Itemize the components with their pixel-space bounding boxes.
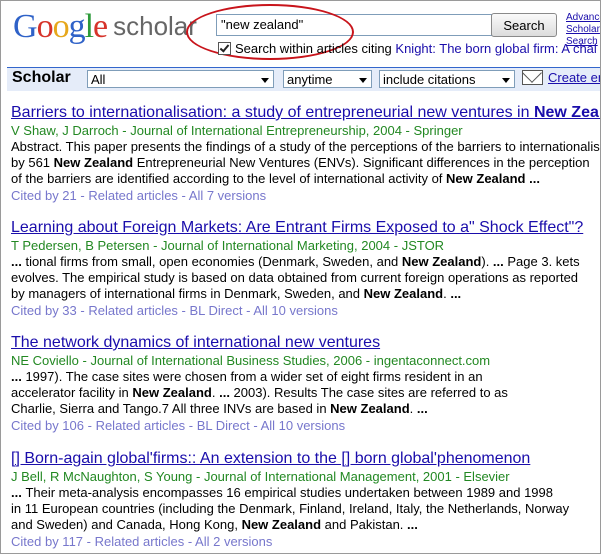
all-versions-link[interactable]: All 10 versions	[261, 418, 346, 433]
cited-by-link[interactable]: Cited by 117	[11, 534, 83, 549]
cited-by-link[interactable]: Cited by 33	[11, 303, 77, 318]
result-links: Cited by 21 - Related articles - All 7 v…	[11, 188, 267, 203]
result-snippet-line: evolves. The empirical study is based on…	[11, 270, 579, 285]
result-links: Cited by 33 - Related articles - BL Dire…	[11, 303, 338, 318]
result-snippet-line: in 11 European countries (including the …	[11, 501, 570, 516]
result-authors: V Shaw, J Darroch - Journal of Internati…	[11, 123, 463, 138]
result-title-link[interactable]: Learning about Foreign Markets: Are Entr…	[11, 218, 600, 238]
logo-google: Google	[13, 8, 108, 45]
bl-direct-link[interactable]: BL Direct	[190, 303, 243, 318]
result-snippet-line: ... Their meta-analysis encompasses 16 e…	[11, 485, 553, 500]
all-versions-link[interactable]: All 10 versions	[253, 303, 338, 318]
result-snippet-line: accelerator facility in New Zealand. ...…	[11, 385, 508, 400]
cited-by-link[interactable]: Cited by 21	[11, 188, 77, 203]
result-item: The network dynamics of international ne…	[11, 333, 600, 434]
email-icon[interactable]	[522, 70, 543, 85]
search-button[interactable]: Search	[491, 13, 557, 37]
filter-all-select[interactable]: All	[87, 70, 274, 88]
create-alert-link[interactable]: Create email alert	[548, 70, 600, 85]
all-versions-link[interactable]: All 7 versions	[189, 188, 266, 203]
scholar-results-page: Googlescholar Search Advanced Scholar Se…	[0, 0, 601, 554]
result-snippet-line: and Sweden) and Canada, Hong Kong, New Z…	[11, 517, 418, 532]
result-snippet-line: Abstract. This paper presents the findin…	[11, 139, 601, 154]
chevron-down-icon	[359, 78, 367, 83]
filter-citations-select[interactable]: include citations	[379, 70, 515, 88]
result-snippet-line: by 561 New Zealand Entrepreneurial New V…	[11, 155, 590, 170]
related-articles-link[interactable]: Related articles	[96, 418, 186, 433]
result-authors: J Bell, R McNaughton, S Young - Journal …	[11, 469, 510, 484]
result-links: Cited by 117 - Related articles - All 2 …	[11, 534, 273, 549]
filter-all-value: All	[91, 72, 106, 87]
filter-time-value: anytime	[287, 72, 333, 87]
result-snippet-line: ... tional firms from small, open econom…	[11, 254, 580, 269]
result-snippet-line: by managers of international firms in De…	[11, 286, 462, 301]
search-within-label: Search within articles citing	[235, 41, 396, 56]
result-snippet-line: Charlie, Sierra and Tango.7 All three IN…	[11, 401, 428, 416]
related-articles-link[interactable]: Related articles	[88, 303, 178, 318]
result-authors: NE Coviello - Journal of International B…	[11, 353, 491, 368]
result-title-link[interactable]: Barriers to internationalisation: a stud…	[11, 103, 600, 123]
result-title-link[interactable]: [] Born-again global'firms:: An extensio…	[11, 449, 600, 469]
result-snippet-line: ... 1997). The case sites were chosen fr…	[11, 369, 483, 384]
all-versions-link[interactable]: All 2 versions	[195, 534, 272, 549]
result-item: Learning about Foreign Markets: Are Entr…	[11, 218, 600, 319]
result-links: Cited by 106 - Related articles - BL Dir…	[11, 418, 346, 433]
logo-scholar: scholar	[113, 11, 197, 41]
result-snippet-line: of the barriers are identified according…	[11, 171, 540, 186]
bl-direct-link[interactable]: BL Direct	[197, 418, 250, 433]
result-authors: T Pedersen, B Petersen - Journal of Inte…	[11, 238, 445, 253]
result-item: Barriers to internationalisation: a stud…	[11, 103, 601, 204]
related-articles-link[interactable]: Related articles	[95, 534, 185, 549]
cited-by-link[interactable]: Cited by 106	[11, 418, 84, 433]
search-within-row: Search within articles citing Knight: Th…	[218, 41, 597, 56]
chevron-down-icon	[502, 78, 510, 83]
search-input[interactable]	[216, 14, 492, 36]
section-label: Scholar	[12, 69, 71, 86]
search-within-checkbox[interactable]	[218, 42, 231, 55]
google-scholar-logo[interactable]: Google scholar	[13, 7, 197, 47]
citing-article-link[interactable]: Knight: The born global firm: A chal	[395, 41, 596, 56]
filter-citations-value: include citations	[383, 72, 476, 87]
related-articles-link[interactable]: Related articles	[88, 188, 178, 203]
result-title-link[interactable]: The network dynamics of international ne…	[11, 333, 600, 353]
chevron-down-icon	[261, 78, 269, 83]
result-item: [] Born-again global'firms:: An extensio…	[11, 449, 600, 550]
scholar-toolbar: Scholar All anytime include citations Cr…	[7, 67, 600, 91]
filter-time-select[interactable]: anytime	[283, 70, 372, 88]
